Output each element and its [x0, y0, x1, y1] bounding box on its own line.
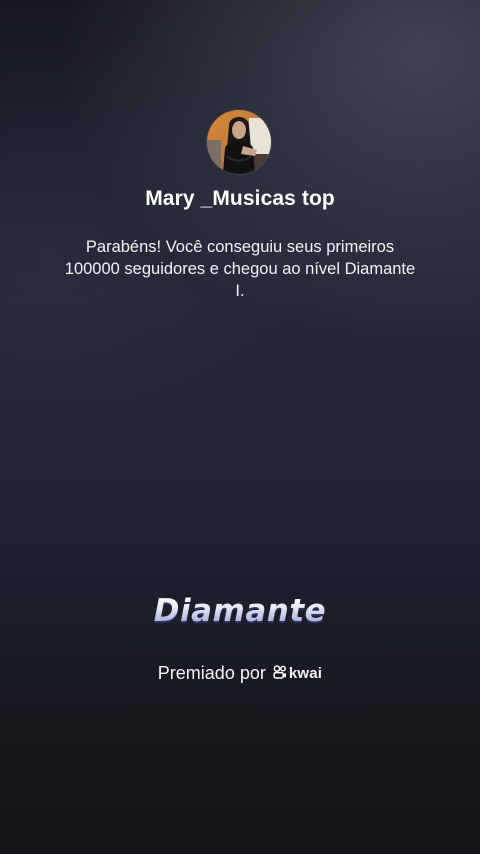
achievement-screen: Mary _Musicas top Parabéns! Você consegu… — [0, 0, 480, 854]
awarded-by-label: Premiado por — [157, 663, 266, 683]
avatar[interactable] — [207, 110, 271, 174]
kwai-brand-text: kwai — [288, 665, 323, 682]
awarded-by: Premiado por kwai — [0, 663, 480, 684]
kwai-logo: kwai — [273, 663, 322, 684]
level-name: Diamante — [0, 593, 480, 629]
username: Mary _Musicas top — [145, 187, 335, 210]
profile-photo-icon — [207, 110, 271, 174]
kwai-logo-icon — [273, 663, 287, 684]
congratulations-message: Parabéns! Você conseguiu seus primeiros … — [64, 238, 416, 300]
